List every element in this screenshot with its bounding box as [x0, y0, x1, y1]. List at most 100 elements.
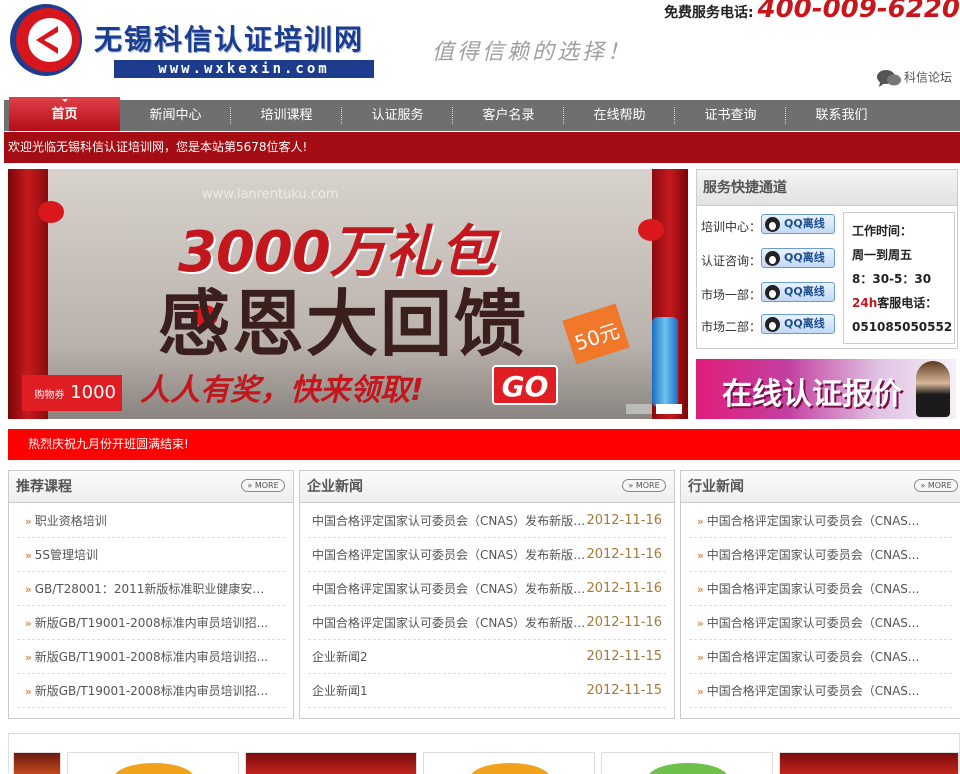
coupon-left: 购物券 1000 元: [22, 375, 122, 411]
panel-title: 企业新闻: [307, 471, 363, 503]
online-quote-banner[interactable]: 在线认证报价: [696, 359, 956, 419]
list-item[interactable]: »新版GB/T19001-2008标准内审员培训招...: [17, 674, 285, 708]
forum-link[interactable]: 科信论坛: [876, 68, 952, 88]
list-item[interactable]: »中国合格评定国家认可委员会（CNAS...: [689, 572, 952, 606]
nav-item-certificate-query[interactable]: 证书查询: [675, 100, 786, 131]
thumbnail[interactable]: [13, 752, 61, 774]
hours-time: 8：30-5：30: [852, 267, 946, 291]
news-row[interactable]: 企业新闻22012-11-15: [308, 640, 666, 674]
list-item-text: 5S管理培训: [35, 538, 98, 572]
news-row[interactable]: 中国合格评定国家认可委员会（CNAS）发布新版认...2012-11-16: [308, 606, 666, 640]
chat-bubbles-icon: [876, 68, 902, 88]
list-item[interactable]: »新版GB/T19001-2008标准内审员培训招...: [17, 606, 285, 640]
panel-header: 行业新闻 » MORE: [681, 471, 960, 503]
coupon-left-value: 1000: [70, 382, 116, 403]
more-button[interactable]: » MORE: [914, 479, 958, 492]
bullet-icon: »: [25, 515, 32, 528]
thumbnail[interactable]: [423, 752, 595, 774]
bullet-icon: »: [697, 583, 704, 596]
list-item[interactable]: »中国合格评定国家认可委员会（CNAS...: [689, 606, 952, 640]
hotline-24h: 24h客服电话：: [852, 291, 946, 315]
nav-item-contact[interactable]: 联系我们: [786, 100, 897, 131]
list-item[interactable]: »新版GB/T19001-2008标准内审员培训招...: [17, 640, 285, 674]
nav-item-courses[interactable]: 培训课程: [231, 100, 342, 131]
banner-watermark: www.lanrentuku.com: [202, 187, 339, 202]
news-row[interactable]: 中国合格评定国家认可委员会（CNAS）发布新版认...2012-11-16: [308, 504, 666, 538]
logo-icon[interactable]: [6, 2, 84, 78]
list-item-text: 中国合格评定国家认可委员会（CNAS...: [707, 640, 920, 674]
list-item[interactable]: »中国合格评定国家认可委员会（CNAS...: [689, 640, 952, 674]
thumbnail[interactable]: [779, 752, 959, 774]
company-news-list: 中国合格评定国家认可委员会（CNAS）发布新版认...2012-11-16 中国…: [300, 504, 674, 708]
list-item[interactable]: »职业资格培训: [17, 504, 285, 538]
banner-go-button[interactable]: GO: [492, 365, 558, 405]
hotline-label: 免费服务电话:: [664, 5, 754, 21]
bullet-icon: »: [697, 515, 704, 528]
nav-item-help[interactable]: 在线帮助: [564, 100, 675, 131]
more-button[interactable]: » MORE: [622, 479, 666, 492]
list-item[interactable]: »5S管理培训: [17, 538, 285, 572]
news-row[interactable]: 企业新闻12012-11-15: [308, 674, 666, 708]
nav-item-news[interactable]: 新闻中心: [120, 100, 231, 131]
hotline-number: 400-009-6220: [758, 0, 960, 24]
slogan: 值得信赖的选择！: [432, 34, 632, 66]
qq-offline-button[interactable]: QQ离线: [761, 314, 835, 334]
qq-label: 培训中心：: [701, 218, 761, 235]
logo-title[interactable]: 无锡科信认证培训网: [94, 18, 364, 58]
news-date: 2012-11-16: [586, 504, 662, 538]
list-item[interactable]: »中国合格评定国家认可委员会（CNAS...: [689, 674, 952, 708]
hotline: 免费服务电话: 400-009-6220: [664, 0, 960, 24]
announcement-ticker[interactable]: 热烈庆祝九月份开班圆满结束!: [8, 429, 960, 460]
nav-item-certification[interactable]: 认证服务: [342, 100, 453, 131]
bullet-icon: »: [697, 651, 704, 664]
thermos-bottle: [652, 317, 678, 407]
news-title: 中国合格评定国家认可委员会（CNAS）发布新版认...: [308, 504, 592, 538]
slider-dot[interactable]: [626, 404, 652, 414]
thumbnail[interactable]: [245, 752, 417, 774]
work-hours-box: 工作时间： 周一到周五 8：30-5：30 24h客服电话： 051085050…: [843, 212, 955, 344]
list-item[interactable]: »中国合格评定国家认可委员会（CNAS...: [689, 504, 952, 538]
nav-item-clients[interactable]: 客户名录: [453, 100, 564, 131]
list-item[interactable]: »中国合格评定国家认可委员会（CNAS...: [689, 538, 952, 572]
list-item[interactable]: »GB/T28001：2011新版标准职业健康安全...: [17, 572, 285, 606]
partner-logo-strip: [8, 733, 960, 773]
news-date: 2012-11-16: [586, 538, 662, 572]
list-item-text: 职业资格培训: [35, 504, 107, 538]
recommended-courses-panel: 推荐课程 » MORE »职业资格培训 »5S管理培训 »GB/T28001：2…: [8, 470, 294, 719]
slider-dot-active[interactable]: [656, 404, 682, 414]
industry-news-list: »中国合格评定国家认可委员会（CNAS... »中国合格评定国家认可委员会（CN…: [681, 504, 960, 708]
forum-link-label: 科信论坛: [904, 71, 952, 85]
bullet-icon: »: [697, 549, 704, 562]
thumbnail[interactable]: [601, 752, 773, 774]
news-title: 中国合格评定国家认可委员会（CNAS）发布新版认...: [308, 606, 592, 640]
list-item-text: GB/T28001：2011新版标准职业健康安全...: [35, 572, 275, 606]
more-button[interactable]: » MORE: [241, 479, 285, 492]
qq-offline-button[interactable]: QQ离线: [761, 214, 835, 234]
qq-offline-button[interactable]: QQ离线: [761, 248, 835, 268]
coupon-left-label: 购物券: [34, 390, 64, 401]
qq-label: 市场一部：: [701, 286, 761, 303]
news-title: 中国合格评定国家认可委员会（CNAS）发布新版认...: [308, 572, 592, 606]
news-row[interactable]: 中国合格评定国家认可委员会（CNAS）发布新版认...2012-11-16: [308, 538, 666, 572]
thumbnail[interactable]: [67, 752, 239, 774]
list-item-text: 中国合格评定国家认可委员会（CNAS...: [707, 572, 920, 606]
hours-title: 工作时间：: [852, 219, 946, 243]
logo-url: www.wxkexin.com: [114, 60, 374, 78]
company-news-panel: 企业新闻 » MORE 中国合格评定国家认可委员会（CNAS）发布新版认...2…: [299, 470, 675, 719]
news-row[interactable]: 中国合格评定国家认可委员会（CNAS）发布新版认...2012-11-16: [308, 572, 666, 606]
lantern-icon: [638, 219, 664, 241]
list-item-text: 新版GB/T19001-2008标准内审员培训招...: [35, 674, 268, 708]
industry-news-panel: 行业新闻 » MORE »中国合格评定国家认可委员会（CNAS... »中国合格…: [680, 470, 960, 719]
panel-header: 推荐课程 » MORE: [9, 471, 293, 503]
list-item-text: 中国合格评定国家认可委员会（CNAS...: [707, 606, 920, 640]
bullet-icon: »: [697, 685, 704, 698]
bullet-icon: »: [25, 651, 32, 664]
banner-subheadline: 感恩大回馈: [158, 265, 528, 370]
thumbnail-graphic: [114, 763, 194, 774]
qq-penguin-icon: [765, 251, 780, 266]
promo-banner[interactable]: www.lanrentuku.com 3000万礼包 感恩大回馈 人人有奖，快来…: [8, 169, 688, 419]
nav-item-home[interactable]: 首页: [9, 97, 120, 131]
qq-offline-button[interactable]: QQ离线: [761, 282, 835, 302]
coupon-right: 50元: [562, 303, 629, 364]
list-item-text: 中国合格评定国家认可委员会（CNAS...: [707, 538, 920, 572]
